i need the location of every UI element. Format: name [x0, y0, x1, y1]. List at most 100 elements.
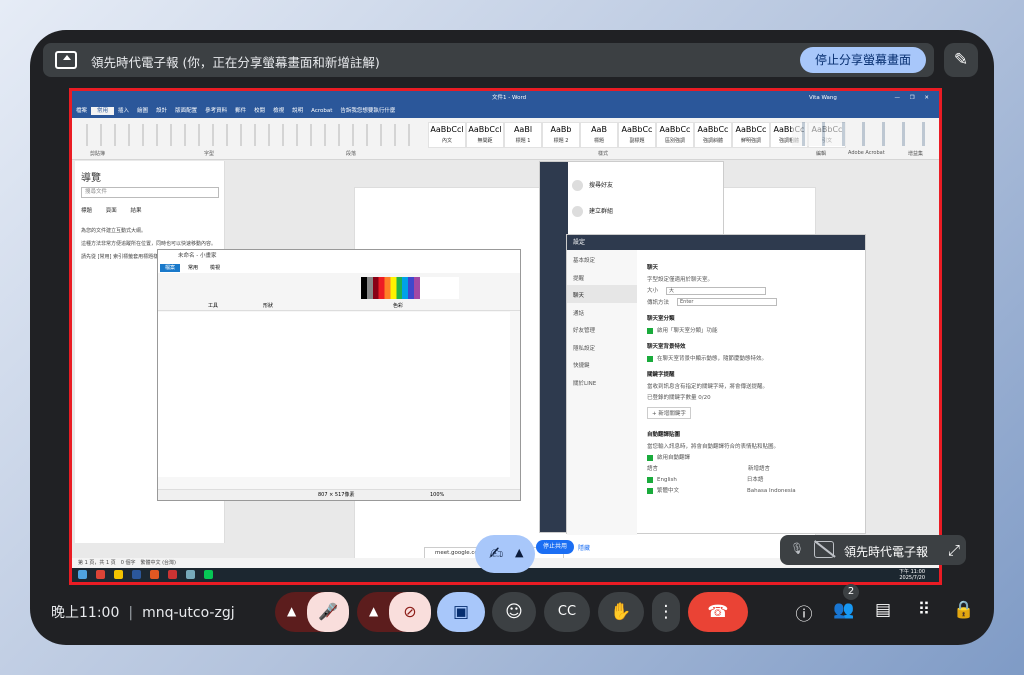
mic-off-button[interactable]: 🎤̸	[307, 592, 349, 632]
word-tab[interactable]: 設計	[156, 108, 167, 114]
camera-off-button[interactable]: ⊘	[389, 592, 431, 632]
style-item[interactable]: AaBbCc 強調斜體	[694, 122, 732, 148]
style-name: 標題 1	[515, 138, 531, 144]
word-tab[interactable]: 郵件	[235, 108, 246, 114]
annotate-pen-icon[interactable]: ✎	[944, 43, 978, 77]
settings-nav-item[interactable]: 好友管理	[567, 320, 637, 338]
word-tab[interactable]: 版面配置	[175, 108, 197, 114]
end-call-button[interactable]: ☎	[688, 592, 748, 632]
settings-nav-item[interactable]: 通話	[567, 303, 637, 321]
word-tab[interactable]: 告訴我您想要執行什麼	[340, 108, 395, 114]
word-tab[interactable]: Acrobat	[311, 108, 332, 114]
settings-nav-item[interactable]: 聊天	[567, 285, 637, 303]
keyword-count: 已登錄的關鍵字數量 0/20	[647, 395, 711, 401]
line-create-group[interactable]: 建立群組	[572, 206, 613, 217]
firefox-icon[interactable]	[150, 570, 159, 579]
app-icon[interactable]	[186, 570, 195, 579]
word-tab[interactable]: 繪圖	[137, 108, 148, 114]
nav-tabs: 標題 頁面 結果	[81, 206, 154, 214]
word-tab[interactable]: 說明	[292, 108, 303, 114]
word-tab[interactable]: 檢視	[273, 108, 284, 114]
checkbox-icon[interactable]	[647, 327, 653, 334]
add-keyword-button[interactable]: + 新增關鍵字	[647, 407, 691, 419]
style-item[interactable]: AaBbCcl 內文	[428, 122, 466, 148]
lang-row[interactable]: 繁體中文 Bahasa Indonesia	[647, 486, 862, 494]
paint-tab[interactable]: 檢視	[210, 265, 220, 271]
send-select[interactable]: Enter	[677, 298, 778, 306]
font-size-row: 大小 大	[647, 286, 862, 295]
word-icon[interactable]	[132, 570, 141, 579]
nav-search-input[interactable]: 搜尋文件	[81, 187, 219, 198]
style-name: 區別強調	[664, 138, 685, 144]
mic-off-icon: 🎙	[790, 542, 804, 555]
stop-presenting-button[interactable]: 停止分享螢幕畫面	[800, 47, 926, 73]
paint-tab[interactable]: 常用	[188, 265, 198, 271]
settings-nav-item[interactable]: 基本設定	[567, 250, 637, 268]
settings-nav-item[interactable]: 提醒	[567, 268, 637, 286]
paint-ribbon: 工具 形狀 色彩	[158, 273, 520, 311]
meeting-time: 晚上11:00	[51, 605, 120, 621]
word-tab[interactable]: 參考資料	[205, 108, 227, 114]
ribbon-tools	[78, 124, 418, 146]
info-icon[interactable]: ⓘ	[792, 600, 816, 625]
checkbox-icon[interactable]	[647, 476, 653, 483]
word-tab[interactable]: 校閱	[254, 108, 265, 114]
section-chat: 聊天	[647, 265, 659, 271]
settings-nav-item[interactable]: 快捷鍵	[567, 355, 637, 373]
size-select[interactable]: 大	[666, 286, 767, 295]
style-item[interactable]: AaBb 標題 2	[542, 122, 580, 148]
style-item[interactable]: AaB 標題	[580, 122, 618, 148]
expand-icon[interactable]: ⤢	[948, 541, 960, 559]
paint-tab[interactable]: 檔案	[160, 264, 181, 272]
style-item[interactable]: AaBbCc 鮮明強調	[732, 122, 770, 148]
chrome-icon[interactable]	[96, 570, 105, 579]
emoji-button[interactable]: ☺	[492, 592, 536, 632]
nav-tab-headings[interactable]: 標題	[81, 208, 92, 214]
more-options-button[interactable]: ⋮	[652, 592, 680, 632]
chevron-up-icon[interactable]: ▲	[287, 604, 296, 618]
pen-icon[interactable]: ✍	[489, 544, 503, 564]
checkbox-icon[interactable]	[647, 355, 653, 362]
app-icon[interactable]	[168, 570, 177, 579]
style-item[interactable]: AaBl 標題 1	[504, 122, 542, 148]
nav-tab-results[interactable]: 結果	[131, 208, 142, 214]
nav-tab-pages[interactable]: 頁面	[106, 208, 117, 214]
windows-start-icon[interactable]	[78, 570, 87, 579]
word-tab[interactable]: 常用	[91, 107, 115, 115]
style-item[interactable]: AaBbCc 區別強調	[656, 122, 694, 148]
word-tab[interactable]: 檔案	[76, 108, 87, 114]
paint-size: 807 × 517像素	[318, 492, 355, 498]
annotation-toolbar[interactable]: ✍ ▲	[475, 535, 535, 573]
color-palette[interactable]	[361, 277, 459, 299]
word-tab[interactable]: 插入	[118, 108, 129, 114]
chat-icon[interactable]: ▤	[871, 600, 895, 620]
translate-option[interactable]: 啟用自動翻譯	[647, 453, 862, 461]
paint-canvas[interactable]	[158, 312, 510, 477]
split-option[interactable]: 啟用「聊天室分類」功能	[647, 326, 862, 334]
captions-button[interactable]: CC	[544, 592, 590, 632]
style-item[interactable]: AaBbCc 副標題	[618, 122, 656, 148]
line-icon[interactable]	[204, 570, 213, 579]
bg-option[interactable]: 在聊天室背景中顯示動態，隨節慶動態特效。	[647, 354, 862, 362]
line-search-friends[interactable]: 搜尋好友	[572, 180, 613, 191]
checkbox-icon[interactable]	[647, 487, 653, 494]
hide-link[interactable]: 隱藏	[578, 543, 590, 552]
chevron-up-icon[interactable]: ▲	[515, 546, 523, 559]
checkbox-icon[interactable]	[647, 454, 653, 461]
lang-row[interactable]: English 日本語	[647, 475, 862, 483]
settings-nav-item[interactable]: 關於LINE	[567, 373, 637, 391]
style-item[interactable]: AaBbCcl 無間距	[466, 122, 504, 148]
chevron-up-icon[interactable]: ▲	[369, 604, 378, 618]
settings-nav-item[interactable]: 隱私設定	[567, 338, 637, 356]
window-controls-icon[interactable]: — ❐ ✕	[894, 91, 933, 105]
activities-icon[interactable]: ⠿	[912, 600, 936, 620]
keyword-title: 關鍵字提醒	[647, 372, 675, 378]
raise-hand-button[interactable]: ✋	[598, 592, 644, 632]
taskbar-icons	[78, 570, 213, 579]
paint-title: 未命名 - 小畫家	[158, 250, 520, 263]
explorer-icon[interactable]	[114, 570, 123, 579]
stop-sharing-chip[interactable]: 停止共用	[536, 540, 574, 554]
present-button[interactable]: ▣	[437, 592, 485, 632]
people-icon[interactable]: 👥	[832, 600, 856, 620]
host-controls-icon[interactable]: 🔒	[952, 600, 976, 620]
